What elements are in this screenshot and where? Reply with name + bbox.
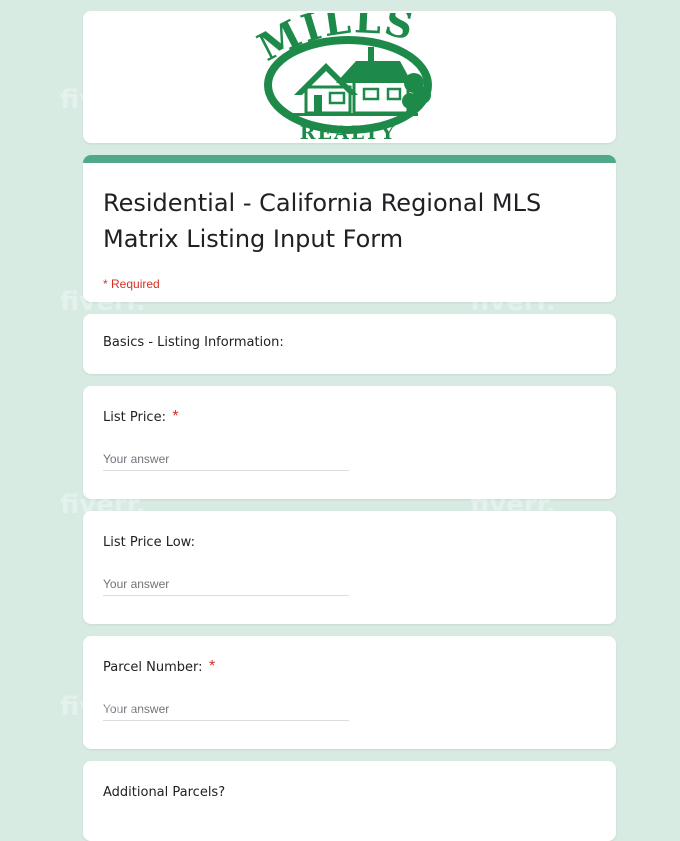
question-list-price-low: List Price Low:: [83, 511, 616, 624]
question-additional-parcels: Additional Parcels?: [83, 761, 616, 841]
question-list-price: List Price: *: [83, 386, 616, 499]
question-label-row: List Price Low:: [103, 533, 596, 551]
logo-text-bottom: REALTY: [299, 122, 396, 141]
required-note: * Required: [103, 277, 160, 291]
section-card: Basics - Listing Information:: [83, 314, 616, 374]
question-label: Parcel Number:: [103, 660, 203, 675]
parcel-number-input[interactable]: [103, 702, 349, 721]
question-parcel-number: Parcel Number: *: [83, 636, 616, 749]
list-price-low-input[interactable]: [103, 577, 349, 596]
company-logo: MILLS REALTY: [250, 13, 432, 141]
question-label-row: Parcel Number: *: [103, 658, 596, 676]
form-title: Residential - California Regional MLS Ma…: [103, 189, 542, 253]
form-container: MILLS REALTY Residential - California Re…: [83, 11, 616, 841]
section-title: Basics - Listing Information:: [103, 335, 284, 350]
required-star: *: [209, 658, 216, 675]
form-header-card: Residential - California Regional MLS Ma…: [83, 155, 616, 302]
required-star: *: [172, 408, 179, 425]
question-label-row: Additional Parcels?: [103, 783, 596, 801]
question-label: List Price:: [103, 410, 166, 425]
question-label: Additional Parcels?: [103, 785, 226, 800]
question-label-row: List Price: *: [103, 408, 596, 426]
header-banner: MILLS REALTY: [83, 11, 616, 143]
list-price-input[interactable]: [103, 452, 349, 471]
question-label: List Price Low:: [103, 535, 195, 550]
